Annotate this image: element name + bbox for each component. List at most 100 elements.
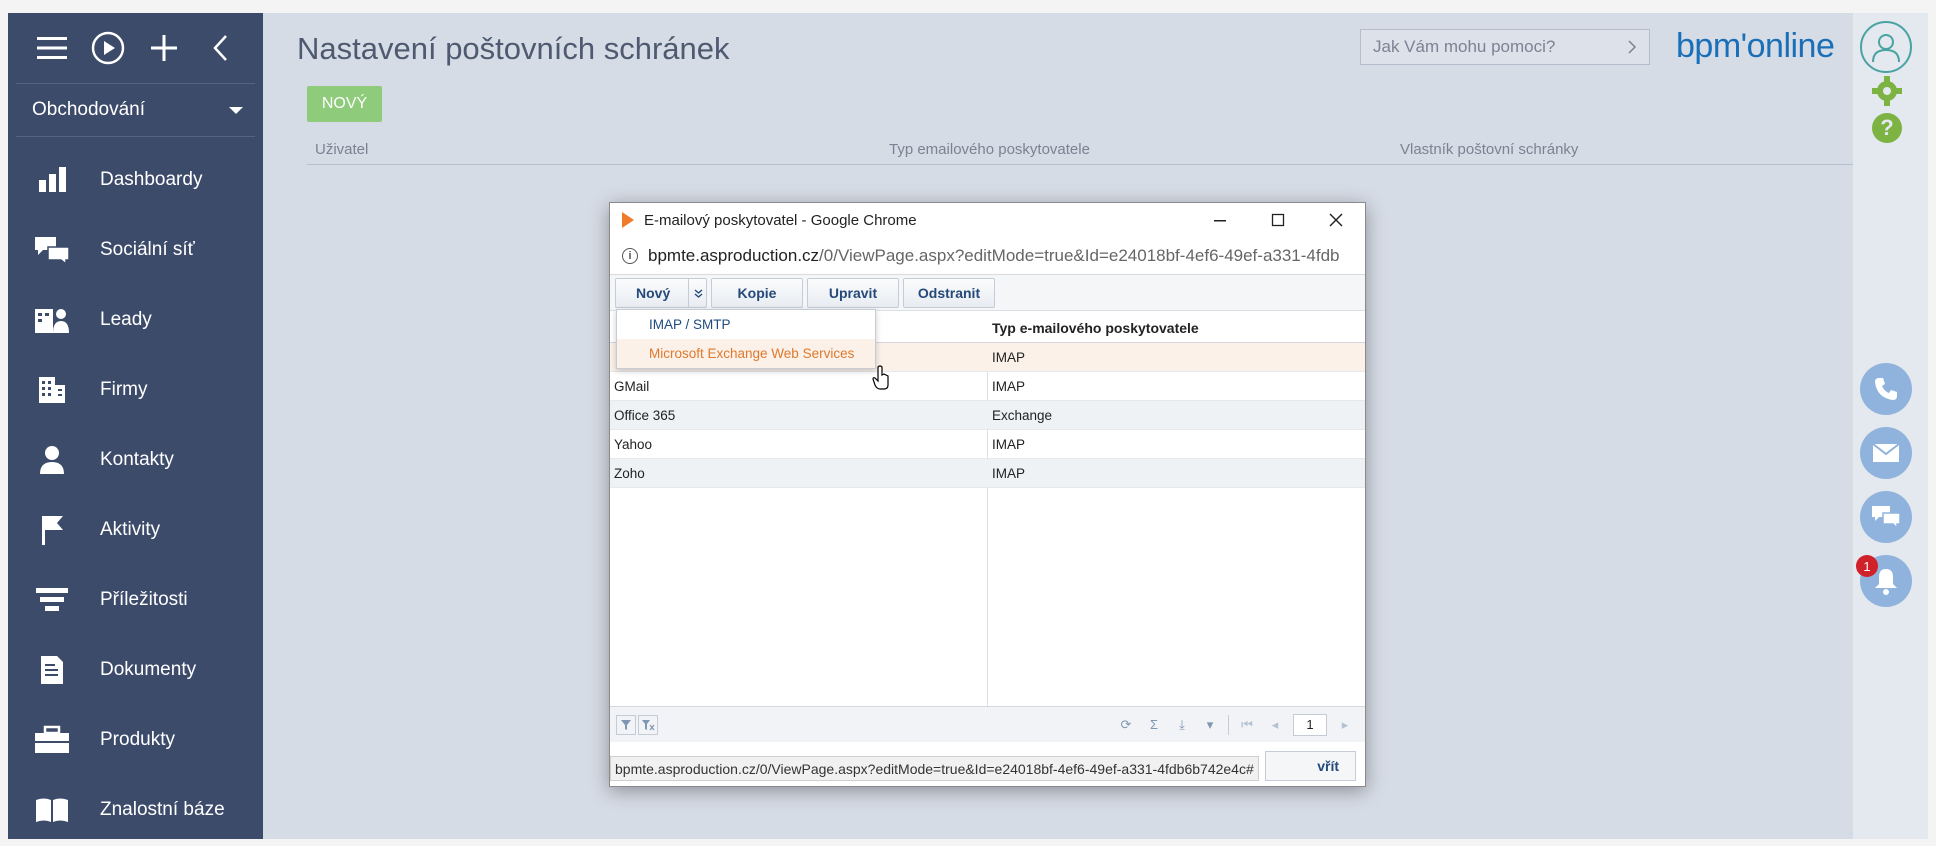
- sidebar-item-label: Sociální síť: [100, 239, 195, 260]
- chevron-down-icon: [229, 106, 243, 114]
- sidebar-item-label: Příležitosti: [100, 589, 188, 610]
- new-split-button[interactable]: Nový: [615, 277, 707, 308]
- sidebar-item-produkty[interactable]: Produkty: [8, 705, 263, 775]
- collapse-chevron-icon[interactable]: [192, 26, 248, 70]
- url-host: bpmte.asproduction.cz: [648, 245, 820, 265]
- column-header-user[interactable]: Uživatel: [315, 141, 368, 158]
- sidebar-item-prilezitosti[interactable]: Příležitosti: [8, 565, 263, 635]
- help-search-input[interactable]: Jak Vám mohu pomoci?: [1360, 29, 1650, 65]
- copy-button[interactable]: Kopie: [711, 277, 803, 308]
- sidebar-item-label: Dokumenty: [100, 659, 197, 680]
- sidebar: Obchodování Dashboardy Sociální síť Lead…: [8, 13, 263, 839]
- table-row[interactable]: GMail IMAP: [610, 372, 1365, 401]
- chevron-right-icon: [1628, 40, 1637, 54]
- sidebar-toolbar: [8, 13, 263, 83]
- next-page-icon[interactable]: ▸: [1335, 715, 1355, 735]
- column-header-owner[interactable]: Vlastník poštovní schránky: [1400, 141, 1578, 158]
- first-page-icon[interactable]: ⏮: [1237, 715, 1257, 735]
- address-bar[interactable]: i bpmte.asproduction.cz/0/ViewPage.aspx?…: [610, 237, 1365, 275]
- document-icon: [32, 653, 72, 687]
- hamburger-menu-icon[interactable]: [24, 26, 80, 70]
- notification-badge: 1: [1856, 555, 1878, 577]
- communication-panel: ? 1: [1853, 13, 1928, 839]
- window-titlebar[interactable]: E-mailový poskytovatel - Google Chrome: [610, 203, 1365, 237]
- delete-button[interactable]: Odstranit: [903, 277, 995, 308]
- edit-button[interactable]: Upravit: [807, 277, 899, 308]
- logo: bpm'online: [1676, 27, 1835, 65]
- profile-avatar-icon[interactable]: [1860, 21, 1912, 73]
- close-icon[interactable]: [1307, 203, 1365, 237]
- cell-type: IMAP: [992, 379, 1026, 394]
- clear-filter-icon[interactable]: [638, 714, 658, 735]
- sum-icon[interactable]: Σ: [1144, 715, 1164, 735]
- cell-name: Yahoo: [614, 437, 653, 452]
- divider: [1228, 714, 1229, 735]
- window-title: E-mailový poskytovatel - Google Chrome: [644, 211, 917, 229]
- page-title: Nastavení poštovních schránek: [297, 31, 730, 66]
- url-path: /0/ViewPage.aspx?editMode=true&Id=e24018…: [819, 245, 1340, 265]
- sidebar-item-label: Firmy: [100, 379, 148, 400]
- list-column-headers: Uživatel Typ emailového poskytovatele Vl…: [307, 137, 1853, 165]
- menu-item-imap-smtp[interactable]: IMAP / SMTP: [617, 310, 875, 339]
- popup-toolbar: Nový Kopie Upravit Odstranit: [610, 275, 1365, 311]
- prev-page-icon[interactable]: ◂: [1265, 715, 1285, 735]
- add-icon[interactable]: [136, 26, 192, 70]
- sidebar-item-label: Znalostní báze: [100, 799, 225, 820]
- filter-icon[interactable]: [616, 714, 636, 735]
- workplace-selector[interactable]: Obchodování: [8, 84, 263, 136]
- sidebar-item-aktivity[interactable]: Aktivity: [8, 495, 263, 565]
- chat-icon[interactable]: [1860, 491, 1912, 543]
- sidebar-item-label: Dashboardy: [100, 169, 203, 190]
- briefcase-icon: [32, 723, 72, 757]
- table-row[interactable]: Office 365 Exchange: [610, 401, 1365, 430]
- funnel-icon: [32, 583, 72, 617]
- table-row[interactable]: Zoho IMAP: [610, 459, 1365, 488]
- book-icon: [32, 793, 72, 827]
- cell-type: IMAP: [992, 350, 1026, 365]
- cell-type: Exchange: [992, 408, 1053, 423]
- status-bar-url: bpmte.asproduction.cz/0/ViewPage.aspx?ed…: [610, 756, 1259, 781]
- menu-item-exchange-web-services[interactable]: Microsoft Exchange Web Services: [617, 339, 875, 368]
- chevron-down-icon[interactable]: [694, 287, 703, 303]
- email-icon[interactable]: [1860, 427, 1912, 479]
- person-icon: [32, 443, 72, 477]
- cell-name: Office 365: [614, 408, 676, 423]
- building-icon: [32, 373, 72, 407]
- close-button-label: vřít: [1317, 758, 1339, 774]
- sidebar-item-label: Leady: [100, 309, 152, 330]
- more-dropdown-icon[interactable]: ▾: [1200, 715, 1220, 735]
- new-dropdown-menu: IMAP / SMTP Microsoft Exchange Web Servi…: [616, 309, 876, 369]
- refresh-icon[interactable]: ⟳: [1116, 715, 1136, 735]
- sidebar-item-dashboardy[interactable]: Dashboardy: [8, 145, 263, 215]
- sidebar-item-znalostni-baze[interactable]: Znalostní báze: [8, 775, 263, 839]
- split-divider: [688, 278, 689, 307]
- sidebar-item-label: Produkty: [100, 729, 175, 750]
- page-number-input[interactable]: 1: [1293, 713, 1327, 736]
- workplace-label: Obchodování: [32, 99, 146, 120]
- grid-header-type[interactable]: Typ e-mailového poskytovatele: [992, 320, 1199, 336]
- table-row[interactable]: Yahoo IMAP: [610, 430, 1365, 459]
- sidebar-item-dokumenty[interactable]: Dokumenty: [8, 635, 263, 705]
- info-icon[interactable]: i: [622, 247, 638, 264]
- cell-type: IMAP: [992, 466, 1026, 481]
- divider: [16, 136, 255, 137]
- gear-icon[interactable]: [1871, 75, 1903, 112]
- export-icon[interactable]: ⤓: [1172, 715, 1192, 735]
- minimize-icon[interactable]: [1191, 203, 1249, 237]
- sidebar-item-firmy[interactable]: Firmy: [8, 355, 263, 425]
- maximize-icon[interactable]: [1249, 203, 1307, 237]
- new-mailbox-button[interactable]: NOVÝ: [307, 86, 382, 122]
- sidebar-item-socialni-sit[interactable]: Sociální síť: [8, 215, 263, 285]
- phone-icon[interactable]: [1860, 363, 1912, 415]
- email-provider-popup-window: E-mailový poskytovatel - Google Chrome i…: [609, 202, 1366, 787]
- grid-footer: ⟳ Σ ⤓ ▾ ⏮ ◂ 1 ▸: [610, 706, 1365, 742]
- column-header-provider-type[interactable]: Typ emailového poskytovatele: [889, 141, 1090, 158]
- sidebar-item-leady[interactable]: Leady: [8, 285, 263, 355]
- cell-name: Zoho: [614, 466, 645, 481]
- cell-type: IMAP: [992, 437, 1026, 452]
- close-button[interactable]: vřít: [1265, 751, 1356, 781]
- app-play-icon: [622, 212, 634, 228]
- sidebar-item-kontakty[interactable]: Kontakty: [8, 425, 263, 495]
- process-play-icon[interactable]: [80, 26, 136, 70]
- help-question-icon[interactable]: ?: [1872, 113, 1902, 143]
